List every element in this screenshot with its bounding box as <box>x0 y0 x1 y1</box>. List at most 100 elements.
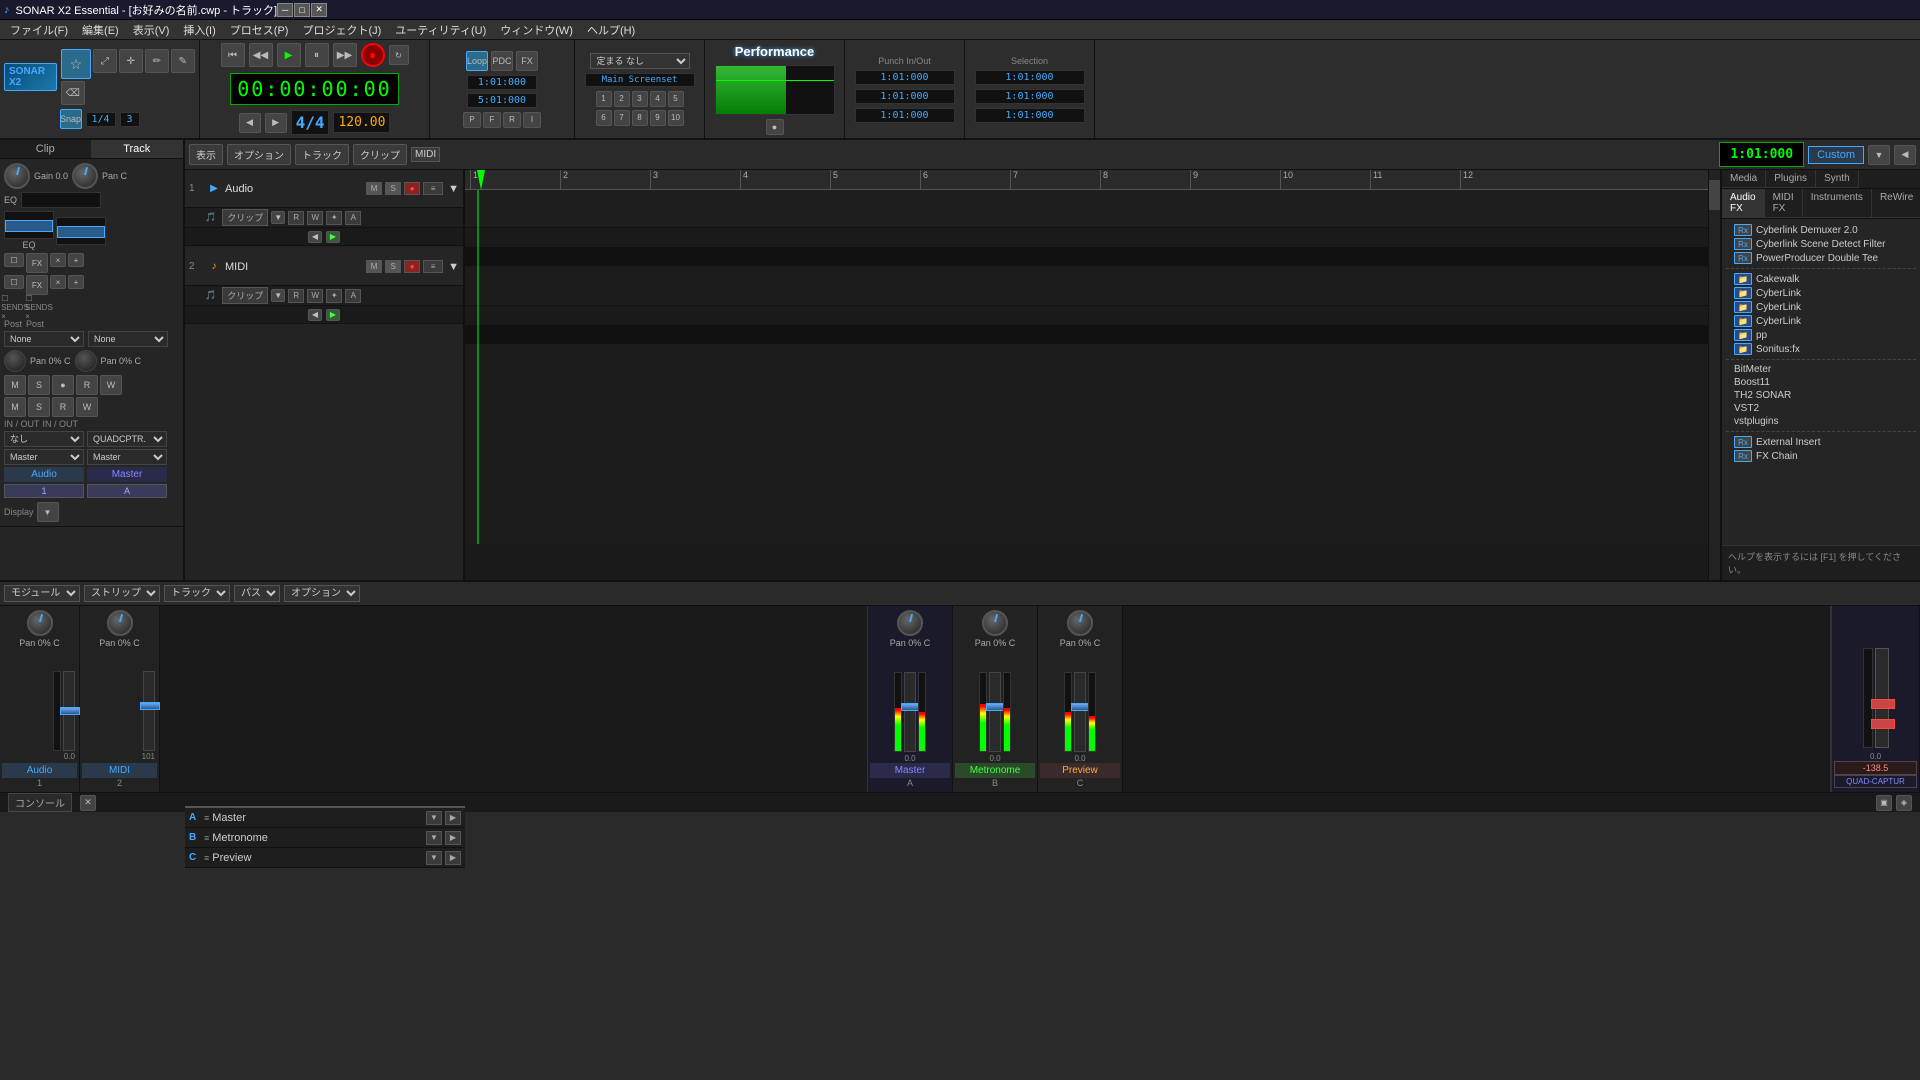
status-icon-1[interactable]: ▣ <box>1876 795 1892 811</box>
track2-solo-btn[interactable]: S <box>385 260 401 273</box>
loop-btn[interactable]: ↻ <box>389 45 409 65</box>
plugin-vstplugins[interactable]: vstplugins <box>1726 415 1916 428</box>
track2-clip-dropdown[interactable]: ▼ <box>271 289 285 302</box>
strip-select[interactable]: ストリップ <box>84 585 160 602</box>
track1-clip-label[interactable]: クリップ <box>222 209 268 226</box>
loop-toggle-btn[interactable]: Loop <box>466 51 488 71</box>
plugin-cyberlink-folder2[interactable]: 📁 CyberLink <box>1726 300 1916 314</box>
screenset-1-btn[interactable]: 1 <box>596 91 612 107</box>
track1-sep-btn2[interactable]: ▶ <box>326 231 340 243</box>
fastfwd-btn[interactable]: ▶▶ <box>333 43 357 67</box>
track2-w-btn[interactable]: W <box>307 289 323 303</box>
menu-item-u[interactable]: ユーティリティ(U) <box>389 21 492 39</box>
clip-btn-hdr[interactable]: クリップ <box>353 144 407 165</box>
track1-w-btn[interactable]: W <box>307 211 323 225</box>
plugin-cyberlink-folder1[interactable]: 📁 CyberLink <box>1726 286 1916 300</box>
track1-fx-plus-btn[interactable]: + <box>68 253 84 267</box>
output2-select[interactable]: Master <box>87 449 167 465</box>
preview-fader[interactable] <box>1074 672 1086 752</box>
pause-btn[interactable]: ⏸ <box>305 43 329 67</box>
master-out-fader[interactable] <box>1875 648 1889 748</box>
snap-value[interactable]: 1/4 <box>86 112 116 127</box>
track2-clip-label[interactable]: クリップ <box>222 287 268 304</box>
lp-r-btn[interactable]: R <box>76 375 98 395</box>
screenset-5-btn[interactable]: 5 <box>668 91 684 107</box>
custom-dropdown-btn[interactable]: ▼ <box>1868 145 1890 165</box>
audio-fader-thumb[interactable] <box>60 707 80 715</box>
menu-item-w[interactable]: ウィンドウ(W) <box>494 21 579 39</box>
punch-end-display[interactable]: 1:01:000 <box>855 89 955 104</box>
menu-item-f[interactable]: ファイル(F) <box>4 21 74 39</box>
master-out-fader-thumb2[interactable] <box>1871 719 1895 729</box>
output1-select[interactable]: Master <box>4 449 84 465</box>
track2-sep-btn2[interactable]: ▶ <box>326 309 340 321</box>
send2-pan-knob[interactable] <box>75 350 97 372</box>
timeline-track1[interactable] <box>465 190 1720 228</box>
midi-fader-thumb[interactable] <box>140 702 160 710</box>
loop-start-display[interactable]: 1:01:000 <box>467 75 537 90</box>
track1-expand-btn[interactable]: ▼ <box>448 183 459 195</box>
track1-fader[interactable] <box>5 220 53 232</box>
play-btn[interactable]: ▶ <box>277 43 301 67</box>
fx1-btn[interactable]: ☐ <box>4 253 24 267</box>
track1-r-btn[interactable]: R <box>288 211 304 225</box>
screenset-3-btn[interactable]: 3 <box>632 91 648 107</box>
option-btn[interactable]: オプション <box>227 144 291 165</box>
metro-ch-name[interactable]: Metronome <box>955 763 1035 778</box>
track1-clip-dropdown[interactable]: ▼ <box>271 211 285 224</box>
pdc-btn[interactable]: PDC <box>491 51 513 71</box>
audio-ch-name[interactable]: Audio <box>2 763 77 778</box>
track2-a-btn[interactable]: A <box>345 289 361 303</box>
timeline-scroll-v[interactable] <box>1708 170 1720 580</box>
timeline-track1-clip[interactable] <box>465 228 1720 248</box>
send2-select[interactable]: None <box>88 331 168 347</box>
screenset-7-btn[interactable]: 7 <box>614 110 630 126</box>
sel-start-display[interactable]: 1:01:000 <box>975 70 1085 85</box>
midi-fader[interactable] <box>143 671 155 751</box>
punch-end2-display[interactable]: 1:01:000 <box>855 108 955 123</box>
plugin-vst2[interactable]: VST2 <box>1726 402 1916 415</box>
track1-pan-knob[interactable] <box>72 163 98 189</box>
lp-w2-btn[interactable]: W <box>76 397 98 417</box>
console-tab[interactable]: コンソール <box>8 793 72 812</box>
transport-time-display[interactable]: 00:00:00:00 <box>230 73 398 105</box>
track1-gain-knob[interactable] <box>4 163 30 189</box>
midi-pan-knob[interactable] <box>107 610 133 636</box>
edit-tool-btn[interactable]: ✏ <box>145 49 169 73</box>
track1-solo-btn[interactable]: S <box>385 182 401 195</box>
menu-item-h[interactable]: ヘルプ(H) <box>581 21 641 39</box>
track2-fx-close-btn[interactable]: × <box>50 275 66 289</box>
track2-rec-btn[interactable]: ● <box>404 260 420 273</box>
master-ch-name[interactable]: Master <box>870 763 950 778</box>
media-tab[interactable]: Media <box>1722 170 1766 188</box>
next-measure-btn[interactable]: ▶ <box>265 113 287 133</box>
option-select-mixer[interactable]: オプション <box>284 585 360 602</box>
rewind-to-start-btn[interactable]: ⏮ <box>221 43 245 67</box>
plugin-cyberlink-demuxer[interactable]: Rx Cyberlink Demuxer 2.0 <box>1726 223 1916 237</box>
loop-end-display[interactable]: 5:01:000 <box>467 93 537 108</box>
track1-fx-close-btn[interactable]: × <box>50 253 66 267</box>
menu-item-j[interactable]: プロジェクト(J) <box>296 21 387 39</box>
track2-fx-btn[interactable]: FX <box>26 275 48 295</box>
track2-fx-plus-btn[interactable]: + <box>68 275 84 289</box>
lp-w-btn[interactable]: W <box>100 375 122 395</box>
lp-rec-btn[interactable]: ● <box>52 375 74 395</box>
midi-ch-name[interactable]: MIDI <box>82 763 157 778</box>
lp-m-btn[interactable]: M <box>4 375 26 395</box>
screenset-display[interactable]: Main Screenset <box>585 73 695 87</box>
audio-pan-knob[interactable] <box>27 610 53 636</box>
lp-s2-btn[interactable]: S <box>28 397 50 417</box>
track-tab[interactable]: Track <box>92 140 184 158</box>
metro-fader[interactable] <box>989 672 1001 752</box>
plugin-cyberlink-folder3[interactable]: 📁 CyberLink <box>1726 314 1916 328</box>
status-icon-2[interactable]: ◈ <box>1896 795 1912 811</box>
plugin-sonitus-folder[interactable]: 📁 Sonitus:fx <box>1726 342 1916 356</box>
punch-start-display[interactable]: 1:01:000 <box>855 70 955 85</box>
plugin-pp-folder[interactable]: 📁 pp <box>1726 328 1916 342</box>
lp-s-btn[interactable]: S <box>28 375 50 395</box>
fx2-btn[interactable]: ☐ <box>4 275 24 289</box>
perf-rec-btn[interactable]: ● <box>766 119 784 135</box>
plugin-external-insert[interactable]: Rx External Insert <box>1726 435 1916 449</box>
track1-a-btn[interactable]: A <box>345 211 361 225</box>
track1-aux-fader[interactable] <box>57 226 105 238</box>
